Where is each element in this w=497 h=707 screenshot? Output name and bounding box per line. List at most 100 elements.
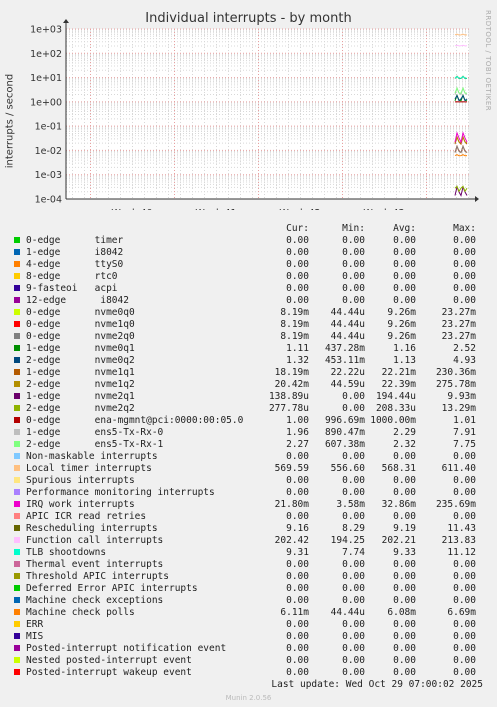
legend-cur-value: 0.00 xyxy=(286,511,309,522)
legend-row: Deferred Error APIC interrupts 0.00 0.00 0.… xyxy=(0,583,497,595)
legend-series-name: IRQ work interrupts xyxy=(26,499,135,510)
legend-series-name: 1-edge nvme2q1 xyxy=(26,391,135,402)
legend-min-value: 0.00 xyxy=(342,295,365,306)
legend-min-value: 44.44u xyxy=(330,331,365,342)
legend-max-value: 0.00 xyxy=(453,487,476,498)
legend-series-name: 1-edge ens5-Tx-Rx-0 xyxy=(26,427,164,438)
legend-avg-value: 0.00 xyxy=(393,655,416,666)
legend-avg-value: 32.86m xyxy=(381,499,416,510)
legend-min-value: 0.00 xyxy=(342,595,365,606)
legend-series-name: Threshold APIC interrupts xyxy=(26,571,169,582)
legend-min-value: 0.00 xyxy=(342,247,365,258)
legend-row: 2-edge nvme2q2 277.78u 0.00 208.33u 13.29m xyxy=(0,403,497,415)
legend-min-value: 44.44u xyxy=(330,607,365,618)
legend-swatch xyxy=(14,657,20,663)
legend-cur-value: 202.42 xyxy=(274,535,309,546)
legend-cur-value: 0.00 xyxy=(286,295,309,306)
legend-series-name: Thermal event interrupts xyxy=(26,559,164,570)
legend-cur-value: 0.00 xyxy=(286,259,309,270)
legend-avg-value: 208.33u xyxy=(375,403,416,414)
legend-row: 2-edge nvme0q2 1.32 453.11m 1.13 4.93 xyxy=(0,355,497,367)
legend-max-value: 0.00 xyxy=(453,475,476,486)
legend-max-value: 0.00 xyxy=(453,655,476,666)
legend-max-value: 23.27m xyxy=(441,307,476,318)
legend-max-value: 213.83 xyxy=(441,535,476,546)
legend-swatch xyxy=(14,669,20,675)
legend-avg-value: 0.00 xyxy=(393,559,416,570)
legend-cur-value: 0.00 xyxy=(286,643,309,654)
legend-row: IRQ work interrupts 21.80m 3.58m 32.86m 235.… xyxy=(0,499,497,511)
legend-row: Rescheduling interrupts 9.16 8.29 9.19 11.43 xyxy=(0,523,497,535)
legend-row: Spurious interrupts 0.00 0.00 0.00 0.00 xyxy=(0,475,497,487)
legend-max-value: 6.69m xyxy=(447,607,476,618)
legend-max-value: 0.00 xyxy=(453,451,476,462)
legend-cur-value: 0.00 xyxy=(286,667,309,678)
legend-row: 0-edge ena-mgmnt@pci:0000:00:05.0 1.00 996… xyxy=(0,415,497,427)
legend-series-name: Spurious interrupts xyxy=(26,475,135,486)
legend-series-name: Posted-interrupt notification event xyxy=(26,643,227,654)
legend-avg-value: 0.00 xyxy=(393,595,416,606)
legend-series-name: Non-maskable interrupts xyxy=(26,451,158,462)
legend-cur-value: 0.00 xyxy=(286,475,309,486)
legend-avg-value: 0.00 xyxy=(393,583,416,594)
legend-row: 0-edge nvme1q0 8.19m 44.44u 9.26m 23.27m xyxy=(0,319,497,331)
legend-row: 2-edge nvme1q2 20.42m 44.59u 22.39m 275.78m xyxy=(0,379,497,391)
legend-max-value: 11.12 xyxy=(447,547,476,558)
legend-cur-value: 138.89u xyxy=(268,391,309,402)
legend-series-name: 0-edge nvme0q0 xyxy=(26,307,135,318)
legend-swatch xyxy=(14,237,20,243)
legend-min-value: 22.22u xyxy=(330,367,365,378)
legend-avg-value: 1.13 xyxy=(393,355,416,366)
legend-cur-value: 0.00 xyxy=(286,235,309,246)
legend-max-value: 23.27m xyxy=(441,319,476,330)
legend-series-name: 1-edge i8042 xyxy=(26,247,124,258)
legend-cur-value: 9.31 xyxy=(286,547,309,558)
legend-series-name: 1-edge nvme0q1 xyxy=(26,343,135,354)
legend-cur-value: 20.42m xyxy=(274,379,309,390)
legend-row: Posted-interrupt wakeup event 0.00 0.00 0.0… xyxy=(0,667,497,679)
legend-series-name: 12-edge i8042 xyxy=(26,295,129,306)
legend-cur-value: 0.00 xyxy=(286,451,309,462)
legend-min-value: 0.00 xyxy=(342,511,365,522)
legend-series-name: 2-edge nvme0q2 xyxy=(26,355,135,366)
legend-header: Min: xyxy=(342,223,365,234)
legend-swatch xyxy=(14,465,20,471)
legend-min-value: 0.00 xyxy=(342,283,365,294)
legend-swatch xyxy=(14,477,20,483)
legend-swatch xyxy=(14,297,20,303)
legend-max-value: 0.00 xyxy=(453,619,476,630)
legend-row: 1-edge i8042 0.00 0.00 0.00 0.00 xyxy=(0,247,497,259)
legend-cur-value: 1.96 xyxy=(286,427,309,438)
legend-min-value: 0.00 xyxy=(342,583,365,594)
legend-min-value: 0.00 xyxy=(342,631,365,642)
legend-avg-value: 9.26m xyxy=(387,319,416,330)
legend-swatch xyxy=(14,357,20,363)
legend-cur-value: 9.16 xyxy=(286,523,309,534)
legend-swatch xyxy=(14,453,20,459)
legend-max-value: 0.00 xyxy=(453,259,476,270)
legend-row: MIS 0.00 0.00 0.00 0.00 xyxy=(0,631,497,643)
legend-max-value: 23.27m xyxy=(441,331,476,342)
legend-swatch xyxy=(14,609,20,615)
legend-swatch xyxy=(14,489,20,495)
legend-cur-value: 8.19m xyxy=(280,331,309,342)
legend-avg-value: 0.00 xyxy=(393,283,416,294)
legend-min-value: 0.00 xyxy=(342,655,365,666)
legend-cur-value: 0.00 xyxy=(286,595,309,606)
legend-swatch xyxy=(14,633,20,639)
legend-series-name: 0-edge nvme1q0 xyxy=(26,319,135,330)
legend-avg-value: 0.00 xyxy=(393,235,416,246)
legend-min-value: 0.00 xyxy=(342,271,365,282)
legend-series-name: Rescheduling interrupts xyxy=(26,523,158,534)
legend-avg-value: 2.32 xyxy=(393,439,416,450)
legend-min-value: 556.60 xyxy=(330,463,365,474)
legend-min-value: 194.25 xyxy=(330,535,365,546)
legend-avg-value: 6.08m xyxy=(387,607,416,618)
legend-min-value: 44.44u xyxy=(330,319,365,330)
legend-min-value: 8.29 xyxy=(342,523,365,534)
legend-cur-value: 6.11m xyxy=(280,607,309,618)
legend-cur-value: 1.11 xyxy=(286,343,309,354)
legend-min-value: 0.00 xyxy=(342,619,365,630)
legend-min-value: 0.00 xyxy=(342,559,365,570)
legend-avg-value: 0.00 xyxy=(393,475,416,486)
